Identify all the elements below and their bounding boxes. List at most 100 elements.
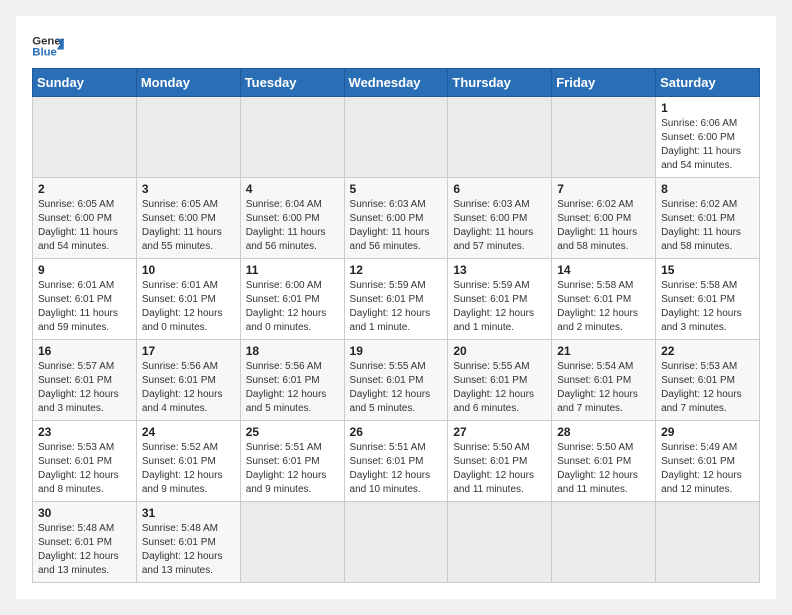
- day-info: Sunrise: 5:49 AM Sunset: 6:01 PM Dayligh…: [661, 441, 754, 497]
- calendar-cell: 22 Sunrise: 5:53 AM Sunset: 6:01 PM Dayli…: [656, 340, 760, 421]
- weekday-tuesday: Tuesday: [240, 69, 344, 97]
- calendar-cell: 11Sunrise: 6:00 AM Sunset: 6:01 PM Dayli…: [240, 259, 344, 340]
- weekday-saturday: Saturday: [656, 69, 760, 97]
- day-number: 31: [142, 506, 235, 520]
- day-info: Sunrise: 5:53 AM Sunset: 6:01 PM Dayligh…: [38, 441, 131, 497]
- day-info: Sunrise: 5:58 AM Sunset: 6:01 PM Dayligh…: [661, 279, 754, 335]
- day-info: Sunrise: 5:56 AM Sunset: 6:01 PM Dayligh…: [142, 360, 235, 416]
- calendar-cell: 10Sunrise: 6:01 AM Sunset: 6:01 PM Dayli…: [136, 259, 240, 340]
- day-number: 22: [661, 344, 754, 358]
- calendar-cell: [136, 97, 240, 178]
- calendar-week-5: 23 Sunrise: 5:53 AM Sunset: 6:01 PM Dayli…: [33, 421, 760, 502]
- day-number: 23: [38, 425, 131, 439]
- calendar-cell: 19Sunrise: 5:55 AM Sunset: 6:01 PM Dayli…: [344, 340, 448, 421]
- calendar-cell: 7 Sunrise: 6:02 AM Sunset: 6:00 PM Daylig…: [552, 178, 656, 259]
- day-number: 21: [557, 344, 650, 358]
- day-number: 15: [661, 263, 754, 277]
- calendar-cell: [344, 97, 448, 178]
- calendar-cell: 13Sunrise: 5:59 AM Sunset: 6:01 PM Dayli…: [448, 259, 552, 340]
- svg-text:Blue: Blue: [32, 47, 57, 59]
- weekday-sunday: Sunday: [33, 69, 137, 97]
- day-number: 5: [350, 182, 443, 196]
- day-number: 9: [38, 263, 131, 277]
- day-info: Sunrise: 5:54 AM Sunset: 6:01 PM Dayligh…: [557, 360, 650, 416]
- calendar-cell: 30 Sunrise: 5:48 AM Sunset: 6:01 PM Dayli…: [33, 502, 137, 583]
- calendar-cell: 5 Sunrise: 6:03 AM Sunset: 6:00 PM Daylig…: [344, 178, 448, 259]
- day-number: 8: [661, 182, 754, 196]
- day-info: Sunrise: 5:59 AM Sunset: 6:01 PM Dayligh…: [350, 279, 443, 335]
- day-info: Sunrise: 6:05 AM Sunset: 6:00 PM Dayligh…: [142, 198, 235, 254]
- day-number: 7: [557, 182, 650, 196]
- day-number: 25: [246, 425, 339, 439]
- calendar-cell: 12 Sunrise: 5:59 AM Sunset: 6:01 PM Dayli…: [344, 259, 448, 340]
- day-number: 30: [38, 506, 131, 520]
- day-info: Sunrise: 5:48 AM Sunset: 6:01 PM Dayligh…: [142, 522, 235, 578]
- logo: General Blue: [32, 32, 64, 60]
- day-info: Sunrise: 5:52 AM Sunset: 6:01 PM Dayligh…: [142, 441, 235, 497]
- day-info: Sunrise: 6:01 AM Sunset: 6:01 PM Dayligh…: [38, 279, 131, 335]
- calendar-cell: 24 Sunrise: 5:52 AM Sunset: 6:01 PM Dayli…: [136, 421, 240, 502]
- calendar-cell: [552, 502, 656, 583]
- calendar-cell: 26 Sunrise: 5:51 AM Sunset: 6:01 PM Dayli…: [344, 421, 448, 502]
- calendar-cell: 14Sunrise: 5:58 AM Sunset: 6:01 PM Dayli…: [552, 259, 656, 340]
- day-number: 28: [557, 425, 650, 439]
- day-info: Sunrise: 6:04 AM Sunset: 6:00 PM Dayligh…: [246, 198, 339, 254]
- day-info: Sunrise: 5:59 AM Sunset: 6:01 PM Dayligh…: [453, 279, 546, 335]
- day-info: Sunrise: 6:02 AM Sunset: 6:00 PM Dayligh…: [557, 198, 650, 254]
- calendar-cell: [240, 97, 344, 178]
- day-number: 3: [142, 182, 235, 196]
- day-info: Sunrise: 5:53 AM Sunset: 6:01 PM Dayligh…: [661, 360, 754, 416]
- day-info: Sunrise: 5:48 AM Sunset: 6:01 PM Dayligh…: [38, 522, 131, 578]
- calendar-cell: [656, 502, 760, 583]
- calendar-cell: 2 Sunrise: 6:05 AM Sunset: 6:00 PM Daylig…: [33, 178, 137, 259]
- calendar-cell: 8Sunrise: 6:02 AM Sunset: 6:01 PM Daylig…: [656, 178, 760, 259]
- day-info: Sunrise: 6:06 AM Sunset: 6:00 PM Dayligh…: [661, 117, 754, 173]
- day-number: 24: [142, 425, 235, 439]
- day-number: 2: [38, 182, 131, 196]
- calendar-cell: 31 Sunrise: 5:48 AM Sunset: 6:01 PM Dayli…: [136, 502, 240, 583]
- day-number: 18: [246, 344, 339, 358]
- day-number: 26: [350, 425, 443, 439]
- day-info: Sunrise: 5:56 AM Sunset: 6:01 PM Dayligh…: [246, 360, 339, 416]
- day-number: 27: [453, 425, 546, 439]
- calendar-week-3: 9 Sunrise: 6:01 AM Sunset: 6:01 PM Daylig…: [33, 259, 760, 340]
- day-info: Sunrise: 6:03 AM Sunset: 6:00 PM Dayligh…: [350, 198, 443, 254]
- calendar-week-2: 2 Sunrise: 6:05 AM Sunset: 6:00 PM Daylig…: [33, 178, 760, 259]
- calendar-cell: [448, 502, 552, 583]
- weekday-friday: Friday: [552, 69, 656, 97]
- calendar-cell: 6 Sunrise: 6:03 AM Sunset: 6:00 PM Daylig…: [448, 178, 552, 259]
- calendar-cell: 21 Sunrise: 5:54 AM Sunset: 6:01 PM Dayli…: [552, 340, 656, 421]
- calendar-cell: 18 Sunrise: 5:56 AM Sunset: 6:01 PM Dayli…: [240, 340, 344, 421]
- calendar-cell: 17 Sunrise: 5:56 AM Sunset: 6:01 PM Dayli…: [136, 340, 240, 421]
- day-info: Sunrise: 5:50 AM Sunset: 6:01 PM Dayligh…: [453, 441, 546, 497]
- calendar-cell: 3 Sunrise: 6:05 AM Sunset: 6:00 PM Daylig…: [136, 178, 240, 259]
- calendar-week-4: 16Sunrise: 5:57 AM Sunset: 6:01 PM Dayli…: [33, 340, 760, 421]
- calendar-cell: 1Sunrise: 6:06 AM Sunset: 6:00 PM Daylig…: [656, 97, 760, 178]
- day-number: 4: [246, 182, 339, 196]
- day-info: Sunrise: 5:55 AM Sunset: 6:01 PM Dayligh…: [453, 360, 546, 416]
- day-info: Sunrise: 6:03 AM Sunset: 6:00 PM Dayligh…: [453, 198, 546, 254]
- calendar-week-6: 30 Sunrise: 5:48 AM Sunset: 6:01 PM Dayli…: [33, 502, 760, 583]
- day-info: Sunrise: 5:51 AM Sunset: 6:01 PM Dayligh…: [350, 441, 443, 497]
- calendar-cell: 9 Sunrise: 6:01 AM Sunset: 6:01 PM Daylig…: [33, 259, 137, 340]
- day-number: 6: [453, 182, 546, 196]
- day-number: 14: [557, 263, 650, 277]
- calendar-cell: [240, 502, 344, 583]
- day-info: Sunrise: 5:51 AM Sunset: 6:01 PM Dayligh…: [246, 441, 339, 497]
- day-number: 12: [350, 263, 443, 277]
- weekday-wednesday: Wednesday: [344, 69, 448, 97]
- weekday-monday: Monday: [136, 69, 240, 97]
- day-number: 17: [142, 344, 235, 358]
- day-info: Sunrise: 6:05 AM Sunset: 6:00 PM Dayligh…: [38, 198, 131, 254]
- calendar-table: SundayMondayTuesdayWednesdayThursdayFrid…: [32, 68, 760, 583]
- logo-icon: General Blue: [32, 32, 64, 60]
- calendar-cell: 15 Sunrise: 5:58 AM Sunset: 6:01 PM Dayli…: [656, 259, 760, 340]
- day-info: Sunrise: 6:01 AM Sunset: 6:01 PM Dayligh…: [142, 279, 235, 335]
- day-info: Sunrise: 5:57 AM Sunset: 6:01 PM Dayligh…: [38, 360, 131, 416]
- day-info: Sunrise: 6:00 AM Sunset: 6:01 PM Dayligh…: [246, 279, 339, 335]
- calendar-cell: 25 Sunrise: 5:51 AM Sunset: 6:01 PM Dayli…: [240, 421, 344, 502]
- calendar-cell: 4 Sunrise: 6:04 AM Sunset: 6:00 PM Daylig…: [240, 178, 344, 259]
- day-info: Sunrise: 5:55 AM Sunset: 6:01 PM Dayligh…: [350, 360, 443, 416]
- calendar-cell: 20Sunrise: 5:55 AM Sunset: 6:01 PM Dayli…: [448, 340, 552, 421]
- calendar-page: General Blue SundayMondayTuesdayWednesda…: [16, 16, 776, 599]
